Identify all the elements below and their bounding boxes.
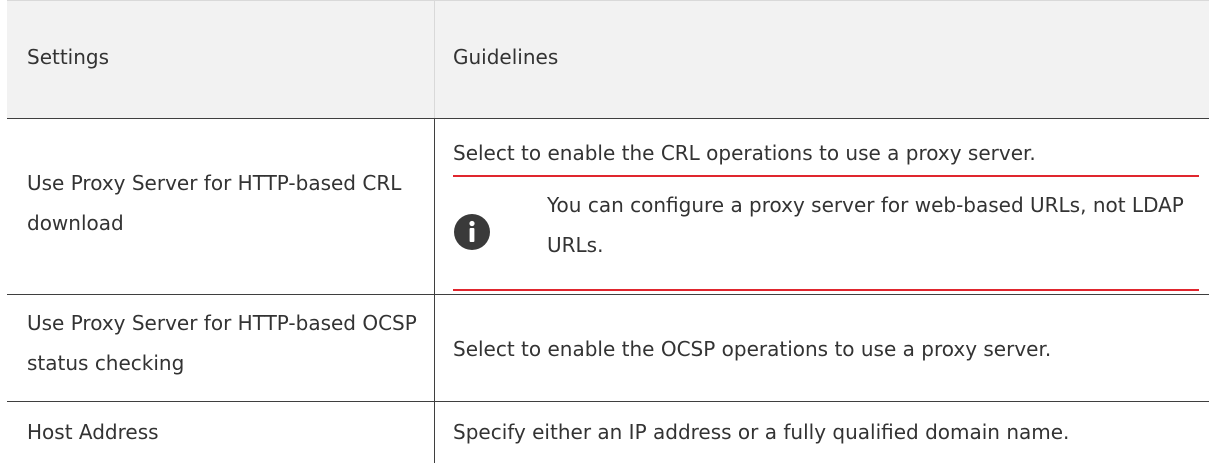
note-top-rule bbox=[453, 175, 1199, 177]
header-guidelines: Guidelines bbox=[453, 45, 559, 69]
setting-name: Use Proxy Server for HTTP-based CRL down… bbox=[27, 171, 402, 235]
info-icon bbox=[454, 214, 490, 250]
column-divider bbox=[434, 118, 435, 463]
setting-name: Use Proxy Server for HTTP-based OCSP sta… bbox=[27, 311, 417, 375]
settings-table: Settings Guidelines Use Proxy Server for… bbox=[7, 0, 1209, 463]
setting-name: Host Address bbox=[27, 420, 159, 444]
table-row: Host Address Specify either an IP addres… bbox=[7, 401, 1209, 463]
header-settings: Settings bbox=[27, 45, 110, 69]
table-header-row: Settings Guidelines bbox=[7, 0, 1209, 118]
guideline-text: Select to enable the CRL operations to u… bbox=[453, 141, 1036, 165]
guideline-text: Specify either an IP address or a fully … bbox=[453, 420, 1070, 444]
note-bottom-rule bbox=[453, 289, 1199, 291]
note-text: You can configure a proxy server for web… bbox=[547, 193, 1184, 257]
table-row: Use Proxy Server for HTTP-based CRL down… bbox=[7, 118, 1209, 294]
header-column-divider bbox=[434, 0, 435, 118]
table-row: Use Proxy Server for HTTP-based OCSP sta… bbox=[7, 294, 1209, 401]
guideline-text: Select to enable the OCSP operations to … bbox=[453, 337, 1052, 361]
